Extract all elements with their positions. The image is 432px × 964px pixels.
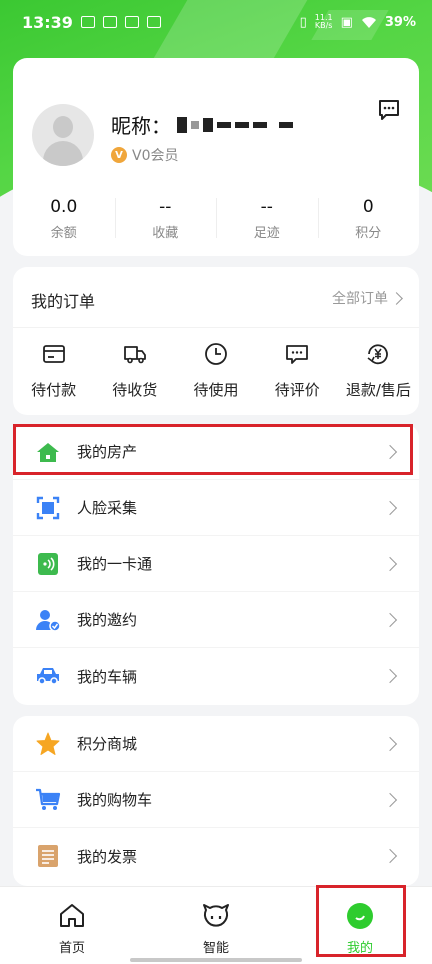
house-icon bbox=[37, 442, 59, 462]
menu-my-invitations[interactable]: 我的邀约 bbox=[13, 592, 419, 648]
chevron-right-icon bbox=[382, 792, 398, 808]
menu-my-property[interactable]: 我的房产 bbox=[13, 424, 419, 480]
chevron-right-icon bbox=[382, 556, 398, 572]
status-time: 13:39 bbox=[22, 12, 73, 32]
order-pending-receipt[interactable]: 待收货 bbox=[94, 341, 175, 400]
chevron-right-icon bbox=[390, 291, 403, 305]
user-invite-icon bbox=[36, 609, 61, 632]
message-icon[interactable] bbox=[377, 98, 401, 122]
avatar[interactable] bbox=[32, 104, 94, 166]
menu-points-mall[interactable]: 积分商城 bbox=[13, 716, 419, 772]
wifi-icon bbox=[361, 16, 376, 28]
invoice-icon bbox=[38, 845, 58, 867]
status-bar: 13:39 ▯ 11.1 KB/s ▣ 39% bbox=[0, 0, 432, 44]
chevron-right-icon bbox=[382, 612, 398, 628]
star-icon bbox=[36, 732, 60, 755]
stat-points[interactable]: 0 积分 bbox=[317, 196, 420, 242]
member-level: V V0会员 bbox=[111, 145, 178, 165]
battery-level: 39% bbox=[384, 14, 416, 30]
cart-icon bbox=[36, 788, 61, 810]
shopping-menu: 积分商城 我的购物车 我的发票 bbox=[13, 716, 419, 886]
robot-icon bbox=[203, 904, 229, 927]
bottom-nav: 首页 智能 我的 bbox=[0, 886, 432, 964]
notification-icon bbox=[102, 16, 117, 28]
order-refund[interactable]: 退款/售后 bbox=[338, 341, 419, 400]
card-icon bbox=[42, 345, 65, 363]
nickname-row[interactable]: 昵称： bbox=[111, 110, 293, 139]
stat-balance[interactable]: 0.0 余额 bbox=[13, 196, 115, 242]
home-nav-icon bbox=[60, 904, 84, 927]
face-scan-icon bbox=[36, 496, 60, 519]
chevron-right-icon bbox=[382, 500, 398, 516]
stat-history[interactable]: -- 足迹 bbox=[216, 196, 318, 242]
orders-title: 我的订单 bbox=[31, 292, 96, 311]
order-to-use[interactable]: 待使用 bbox=[175, 341, 256, 400]
tiktok-icon bbox=[146, 16, 161, 28]
orders-card: 我的订单 全部订单 待付款 待收货 待使用 待评价 退款/售后 bbox=[13, 267, 419, 415]
nav-mine[interactable]: 我的 bbox=[288, 887, 432, 964]
order-to-review[interactable]: 待评价 bbox=[257, 341, 338, 400]
order-pending-payment[interactable]: 待付款 bbox=[13, 341, 94, 400]
car-icon bbox=[37, 668, 59, 685]
nav-smart[interactable]: 智能 bbox=[144, 887, 288, 964]
chevron-right-icon bbox=[382, 848, 398, 864]
stat-favorites[interactable]: -- 收藏 bbox=[114, 196, 217, 242]
chevron-right-icon bbox=[382, 736, 398, 752]
chevron-right-icon bbox=[382, 668, 398, 684]
comment-icon bbox=[286, 345, 309, 364]
menu-my-vehicles[interactable]: 我的车辆 bbox=[13, 648, 419, 704]
profile-nav-icon bbox=[347, 903, 373, 929]
menu-face-capture[interactable]: 人脸采集 bbox=[13, 480, 419, 536]
home-indicator[interactable] bbox=[130, 958, 302, 962]
notification-icon bbox=[80, 16, 95, 28]
services-menu: 我的房产 人脸采集 我的一卡通 我的邀约 我的车辆 bbox=[13, 424, 419, 705]
nav-home[interactable]: 首页 bbox=[0, 887, 144, 964]
menu-shopping-cart[interactable]: 我的购物车 bbox=[13, 772, 419, 828]
network-speed: 11.1 KB/s bbox=[314, 13, 333, 30]
chevron-right-icon bbox=[382, 444, 398, 460]
menu-one-card[interactable]: 我的一卡通 bbox=[13, 536, 419, 592]
vip-badge-icon: V bbox=[111, 147, 127, 163]
menu-my-invoices[interactable]: 我的发票 bbox=[13, 828, 419, 884]
vibrate-icon: ▯ bbox=[299, 14, 307, 30]
all-orders-link[interactable]: 全部订单 bbox=[332, 288, 403, 308]
sim-icon: ▣ bbox=[340, 14, 353, 30]
notification-icon bbox=[124, 16, 139, 28]
profile-card: 昵称： V V0会员 0.0 余额 -- 收藏 -- 足迹 0 积分 bbox=[13, 58, 419, 256]
nickname-redacted bbox=[177, 116, 293, 133]
truck-icon bbox=[123, 346, 146, 364]
nickname-label: 昵称： bbox=[111, 114, 171, 138]
card-wireless-icon bbox=[38, 552, 58, 575]
clock-icon bbox=[205, 343, 227, 365]
stats-row: 0.0 余额 -- 收藏 -- 足迹 0 积分 bbox=[13, 196, 419, 242]
yuan-refund-icon bbox=[367, 344, 389, 365]
